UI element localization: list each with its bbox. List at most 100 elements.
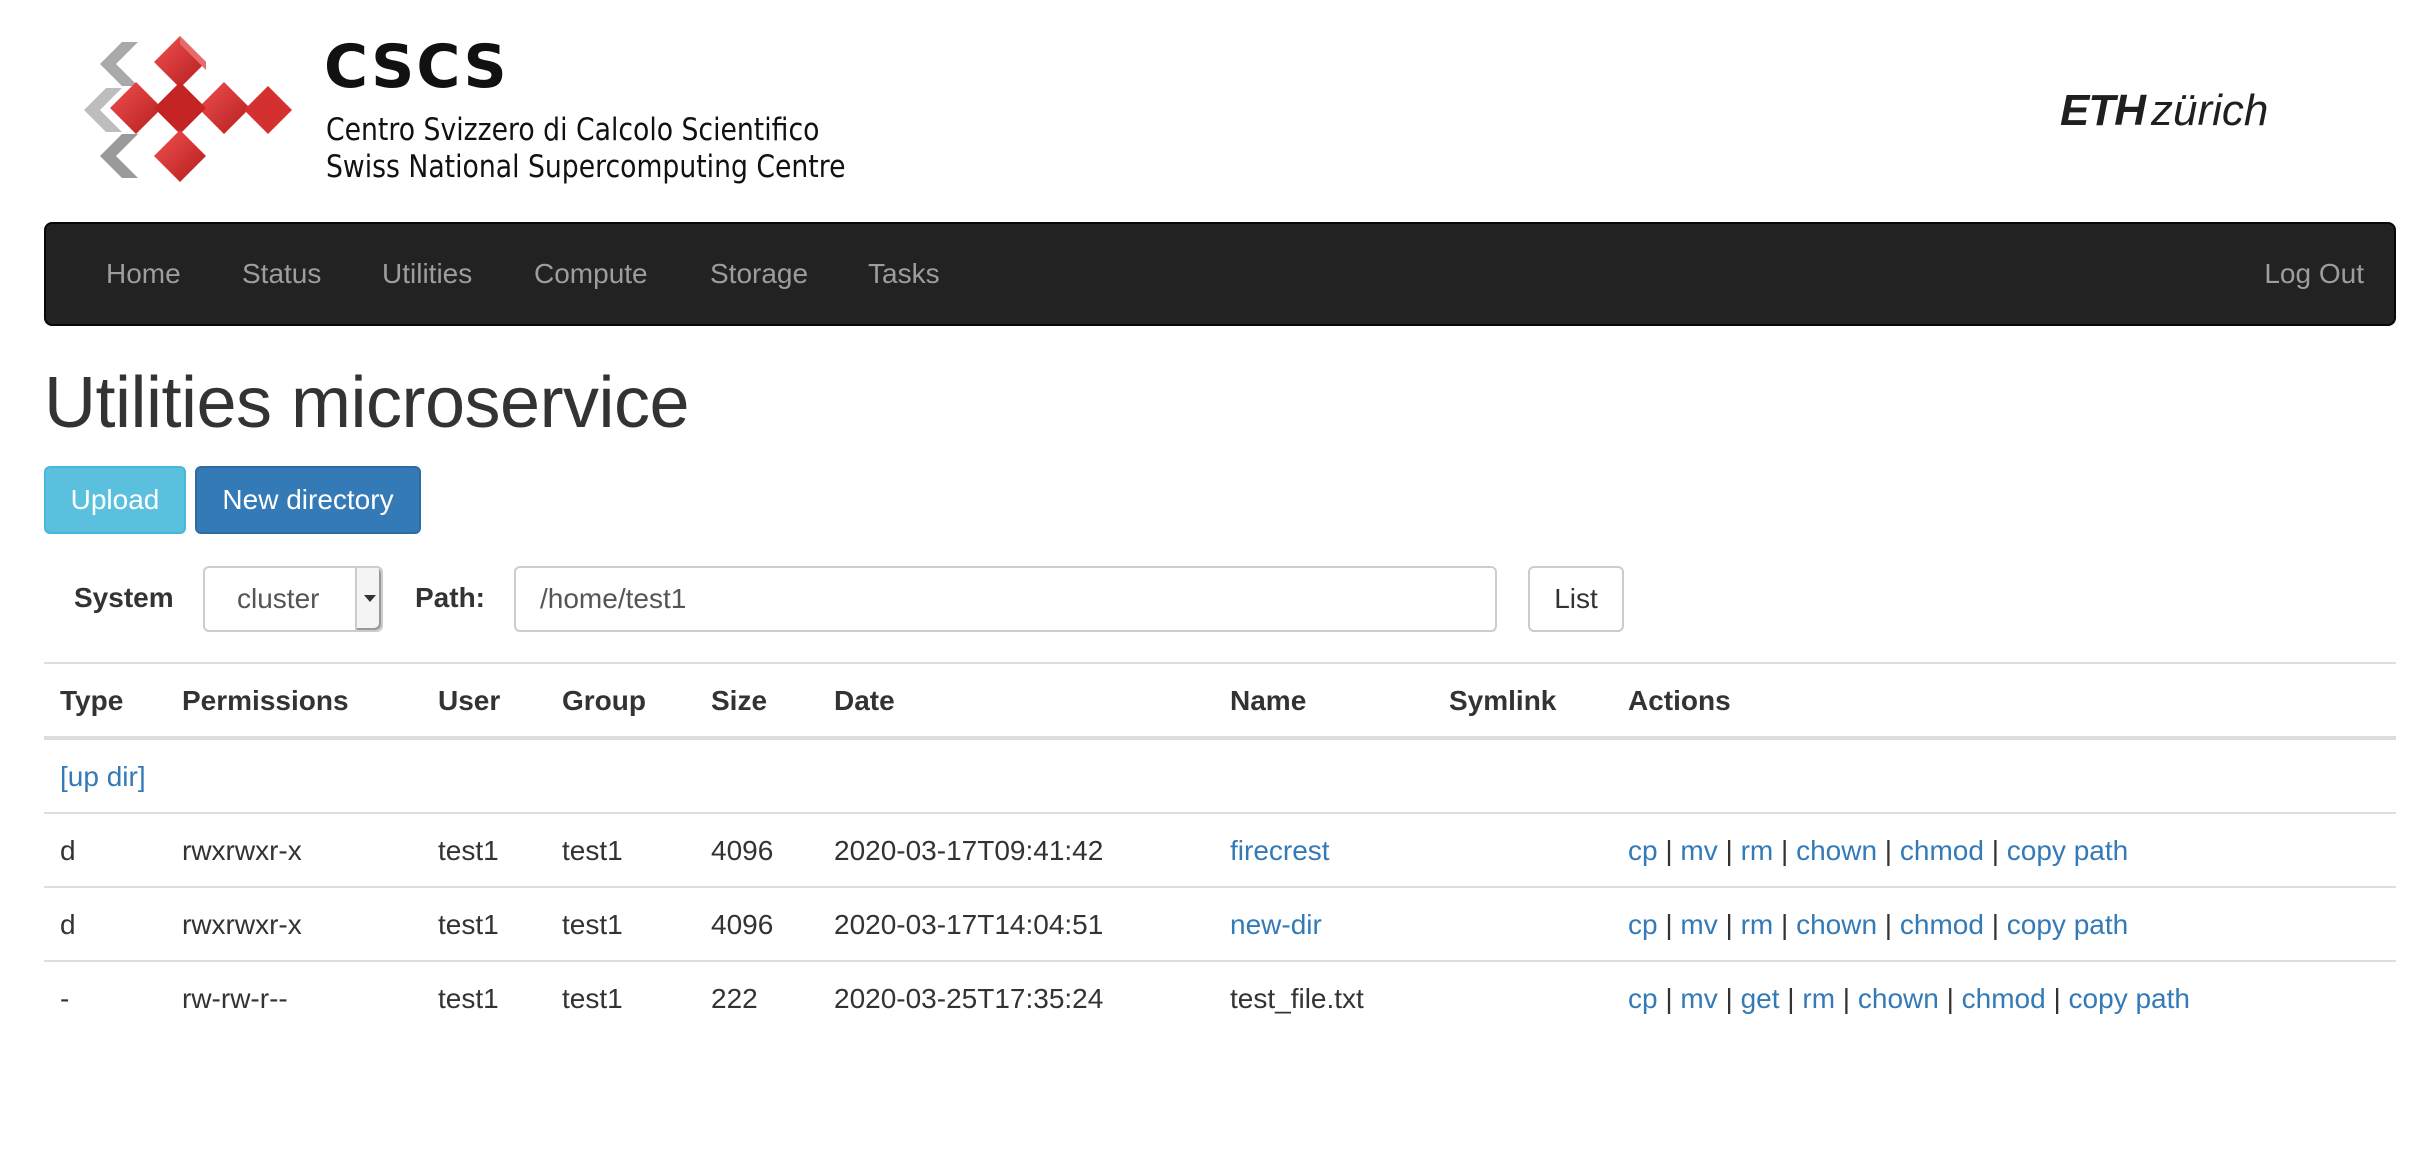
- eth-logo-light: zürich: [2151, 86, 2269, 135]
- nav-utilities[interactable]: Utilities: [382, 224, 472, 324]
- cell-group: test1: [562, 835, 623, 866]
- action-separator: |: [1717, 835, 1741, 866]
- action-chown[interactable]: chown: [1796, 835, 1877, 866]
- table-row-up-dir: [up dir]: [44, 738, 2396, 812]
- cell-type: -: [60, 983, 70, 1014]
- table-row: d rwxrwxr-x test1 test1 4096 2020-03-17T…: [44, 812, 2396, 886]
- cell-user: test1: [438, 983, 499, 1014]
- up-dir-link[interactable]: [up dir]: [60, 740, 146, 814]
- upload-button[interactable]: Upload: [44, 466, 186, 534]
- cell-size: 222: [711, 983, 758, 1014]
- action-separator: |: [1717, 909, 1741, 940]
- action-separator: |: [1877, 909, 1900, 940]
- header-permissions: Permissions: [182, 685, 349, 716]
- action-separator: |: [1657, 835, 1681, 866]
- cell-type: d: [60, 909, 76, 940]
- nav-compute[interactable]: Compute: [534, 224, 648, 324]
- nav-home[interactable]: Home: [106, 224, 181, 324]
- action-separator: |: [1717, 983, 1741, 1014]
- eth-zurich-logo: ETH zürich: [2060, 86, 2268, 136]
- list-button[interactable]: List: [1528, 566, 1624, 632]
- action-copy-path[interactable]: copy path: [2007, 909, 2128, 940]
- action-separator: |: [1835, 983, 1858, 1014]
- action-cp[interactable]: cp: [1628, 909, 1658, 940]
- nav-status[interactable]: Status: [242, 224, 321, 324]
- cell-group: test1: [562, 909, 623, 940]
- action-chown[interactable]: chown: [1858, 983, 1939, 1014]
- action-copy-path[interactable]: copy path: [2007, 835, 2128, 866]
- eth-logo-bold: ETH: [2060, 86, 2146, 135]
- action-separator: |: [1773, 835, 1797, 866]
- cell-date: 2020-03-17T09:41:42: [834, 835, 1104, 866]
- action-separator: |: [1983, 909, 2007, 940]
- cell-name-link[interactable]: firecrest: [1230, 814, 1330, 888]
- cell-permissions: rw-rw-r--: [182, 983, 288, 1014]
- cell-permissions: rwxrwxr-x: [182, 835, 302, 866]
- site-header: CSCS Centro Svizzero di Calcolo Scientif…: [0, 0, 2418, 222]
- action-rm[interactable]: rm: [1741, 909, 1774, 940]
- cell-date: 2020-03-25T17:35:24: [834, 983, 1104, 1014]
- system-select[interactable]: cluster: [203, 566, 383, 632]
- action-mv[interactable]: mv: [1680, 909, 1717, 940]
- path-input[interactable]: [514, 566, 1497, 632]
- action-cp[interactable]: cp: [1628, 835, 1658, 866]
- cell-date: 2020-03-17T14:04:51: [834, 909, 1104, 940]
- action-separator: |: [1938, 983, 1962, 1014]
- action-rm[interactable]: rm: [1741, 835, 1774, 866]
- navbar: Home Status Utilities Compute Storage Ta…: [44, 222, 2396, 326]
- action-chmod[interactable]: chmod: [1962, 983, 2046, 1014]
- page-title: Utilities microservice: [44, 363, 690, 443]
- action-get[interactable]: get: [1741, 983, 1780, 1014]
- logout-link[interactable]: Log Out: [2264, 224, 2364, 324]
- cell-type: d: [60, 835, 76, 866]
- cell-size: 4096: [711, 835, 774, 866]
- logo-title: CSCS: [324, 32, 509, 102]
- action-separator: |: [1779, 983, 1803, 1014]
- cell-permissions: rwxrwxr-x: [182, 909, 302, 940]
- action-separator: |: [2045, 983, 2069, 1014]
- header-user: User: [438, 685, 501, 716]
- logo-subtitle-english: Swiss National Supercomputing Centre: [326, 149, 846, 185]
- action-rm[interactable]: rm: [1802, 983, 1835, 1014]
- path-label: Path:: [415, 582, 485, 613]
- header-date: Date: [834, 685, 895, 716]
- cscs-logo-icon: [84, 36, 292, 182]
- action-cp[interactable]: cp: [1628, 983, 1658, 1014]
- header-type: Type: [60, 685, 124, 716]
- new-directory-button[interactable]: New directory: [195, 466, 421, 534]
- cell-user: test1: [438, 835, 499, 866]
- action-mv[interactable]: mv: [1680, 983, 1717, 1014]
- cell-name: test_file.txt: [1230, 983, 1364, 1014]
- action-mv[interactable]: mv: [1680, 835, 1717, 866]
- header-group: Group: [562, 685, 646, 716]
- system-label: System: [74, 582, 174, 613]
- action-copy-path[interactable]: copy path: [2069, 983, 2190, 1014]
- file-table: Type Permissions User Group Size Date Na…: [44, 662, 2396, 1034]
- cell-group: test1: [562, 983, 623, 1014]
- row-actions: cp | mv | rm | chown | chmod | copy path: [1628, 814, 2128, 888]
- action-separator: |: [1657, 983, 1681, 1014]
- header-name: Name: [1230, 685, 1307, 716]
- action-separator: |: [1877, 835, 1900, 866]
- cell-size: 4096: [711, 909, 774, 940]
- nav-storage[interactable]: Storage: [710, 224, 808, 324]
- cell-name-link[interactable]: new-dir: [1230, 888, 1322, 962]
- chevron-down-icon[interactable]: [355, 568, 381, 630]
- action-separator: |: [1773, 909, 1797, 940]
- header-size: Size: [711, 685, 768, 716]
- system-select-value: cluster: [237, 583, 320, 614]
- action-separator: |: [1657, 909, 1681, 940]
- table-header-row: Type Permissions User Group Size Date Na…: [44, 662, 2396, 738]
- table-row: - rw-rw-r-- test1 test1 222 2020-03-25T1…: [44, 960, 2396, 1034]
- action-chmod[interactable]: chmod: [1900, 835, 1984, 866]
- action-chown[interactable]: chown: [1796, 909, 1877, 940]
- action-chmod[interactable]: chmod: [1900, 909, 1984, 940]
- cell-user: test1: [438, 909, 499, 940]
- table-row: d rwxrwxr-x test1 test1 4096 2020-03-17T…: [44, 886, 2396, 960]
- nav-tasks[interactable]: Tasks: [868, 224, 940, 324]
- row-actions: cp | mv | get | rm | chown | chmod | cop…: [1628, 962, 2190, 1036]
- action-separator: |: [1983, 835, 2007, 866]
- logo-subtitle-italian: Centro Svizzero di Calcolo Scientifico: [326, 112, 820, 148]
- header-actions: Actions: [1628, 685, 1731, 716]
- header-symlink: Symlink: [1449, 685, 1557, 716]
